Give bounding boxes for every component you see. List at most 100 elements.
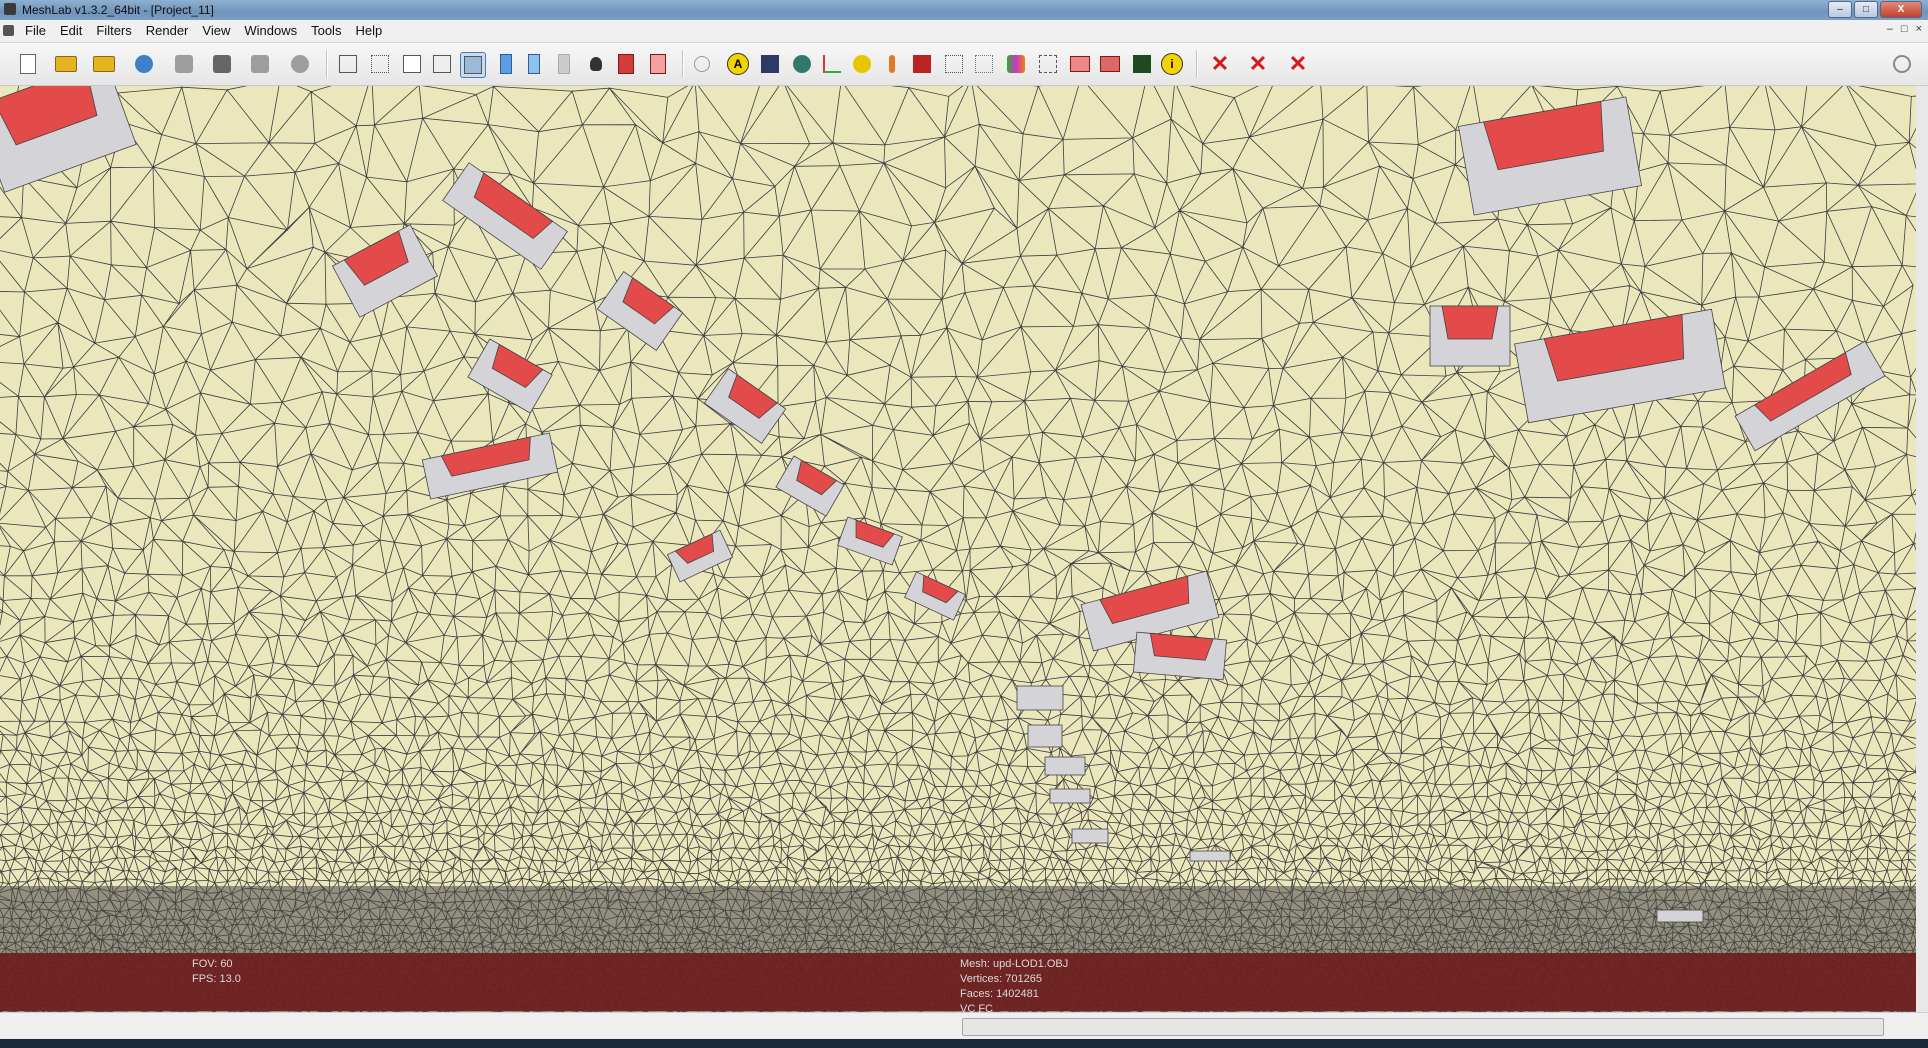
building <box>1429 305 1511 367</box>
select-region-button[interactable] <box>1036 52 1060 76</box>
cloud-icon <box>975 55 993 73</box>
flat-lines-button[interactable] <box>460 52 486 78</box>
delete-faces-vertices-button[interactable]: ✕ <box>1286 52 1310 76</box>
building <box>1016 685 1064 711</box>
menu-view[interactable]: View <box>195 23 237 38</box>
select-points-button[interactable] <box>942 52 966 76</box>
info-button[interactable]: i <box>1160 52 1184 76</box>
red-cube-icon <box>618 54 634 74</box>
raster-layers-button[interactable] <box>288 52 312 76</box>
culling-icon <box>650 54 666 74</box>
minimize-button[interactable]: – <box>1828 1 1852 18</box>
info-overlay: FOV: 60 FPS: 13.0 Mesh: upd-LOD1.OBJ Ver… <box>0 953 1916 1015</box>
doc-minimize-button[interactable]: – <box>1887 23 1893 35</box>
building-wall <box>1049 788 1091 804</box>
sphere-icon <box>694 56 710 72</box>
menu-tools[interactable]: Tools <box>304 23 348 38</box>
toolbar: A i ✕ ✕ ✕ <box>0 43 1928 86</box>
flat-button[interactable] <box>494 52 518 76</box>
building-wall <box>1071 828 1109 844</box>
attributes-button[interactable]: A <box>726 52 750 76</box>
select-connected-button[interactable] <box>1098 52 1122 76</box>
select-faces-button[interactable] <box>1068 52 1092 76</box>
open-project-button[interactable] <box>54 52 78 76</box>
double-side-lighting-button[interactable] <box>614 52 638 76</box>
status-bar <box>0 1012 1928 1039</box>
face-count: Faces: 1402481 <box>960 988 1039 1000</box>
bbox-icon <box>339 55 357 73</box>
bounding-box-button[interactable] <box>336 52 360 76</box>
menu-render[interactable]: Render <box>139 23 196 38</box>
building-wall <box>1044 756 1086 776</box>
vertex-count: Vertices: 701265 <box>960 973 1042 985</box>
paint-tool-button[interactable] <box>790 52 814 76</box>
raster-align-button[interactable] <box>1130 52 1154 76</box>
delete-selected-faces-button[interactable]: ✕ <box>1246 52 1270 76</box>
lighting-button[interactable] <box>584 52 608 76</box>
pickpoints-button[interactable] <box>880 52 904 76</box>
maximize-button[interactable]: □ <box>1854 1 1878 18</box>
back-face-culling-button[interactable] <box>646 52 670 76</box>
export-icon <box>175 55 193 73</box>
open-folder-icon <box>55 56 77 72</box>
building <box>1071 828 1109 844</box>
export-mesh-button[interactable] <box>172 52 196 76</box>
info-icon: i <box>1161 53 1183 75</box>
new-project-button[interactable] <box>16 52 40 76</box>
building <box>1027 724 1063 748</box>
faces-icon <box>1070 56 1090 72</box>
window-title: MeshLab v1.3.2_64bit - [Project_11] <box>22 3 214 17</box>
building-wall <box>1027 724 1063 748</box>
toolbar-separator <box>326 50 328 78</box>
texture-button[interactable] <box>552 52 576 76</box>
delete-all-icon: ✕ <box>1288 51 1308 76</box>
layers-button[interactable] <box>248 52 272 76</box>
hidden-lines-button[interactable] <box>430 52 454 76</box>
align-tool-button[interactable] <box>850 52 874 76</box>
p-tool-button[interactable] <box>910 52 934 76</box>
doc-close-button[interactable]: × <box>1916 23 1922 35</box>
delete-vertices-icon: ✕ <box>1210 51 1230 76</box>
flat-lines-icon <box>464 56 482 74</box>
fov-readout: FOV: 60 <box>192 958 233 970</box>
document-icon[interactable] <box>3 25 14 36</box>
building-wall <box>1189 850 1231 862</box>
smooth-button[interactable] <box>522 52 546 76</box>
window-controls: – □ X <box>1828 1 1922 18</box>
reload-button[interactable] <box>132 52 156 76</box>
measure-tool-button[interactable] <box>820 52 844 76</box>
menu-edit[interactable]: Edit <box>53 23 89 38</box>
building-wall <box>1656 909 1704 923</box>
3d-viewport[interactable] <box>0 86 1916 1012</box>
progress-bar <box>962 1018 1884 1036</box>
menu-filters[interactable]: Filters <box>89 23 138 38</box>
building-roof <box>1441 305 1499 340</box>
points-icon <box>371 55 389 73</box>
viewport-scrollbar[interactable] <box>1916 86 1928 1012</box>
meshlab-app-icon[interactable] <box>4 3 16 15</box>
points-render-button[interactable] <box>368 52 392 76</box>
select-vertices-button[interactable] <box>758 52 782 76</box>
wireframe-button[interactable] <box>400 52 424 76</box>
import-mesh-button[interactable] <box>92 52 116 76</box>
doc-restore-button[interactable]: □ <box>1901 23 1908 35</box>
rainbow-icon <box>1007 55 1025 73</box>
smooth-icon <box>528 54 540 74</box>
menu-bar: File Edit Filters Render View Windows To… <box>0 20 1928 43</box>
point-cloud-button[interactable] <box>972 52 996 76</box>
menu-windows[interactable]: Windows <box>237 23 304 38</box>
toolbar-separator <box>682 50 684 78</box>
color-tool-button[interactable] <box>1004 52 1028 76</box>
paint-icon <box>793 55 811 73</box>
menu-help[interactable]: Help <box>348 23 389 38</box>
axes-icon <box>823 55 841 73</box>
close-button[interactable]: X <box>1880 1 1922 18</box>
manipulator-button[interactable] <box>690 52 714 76</box>
fps-readout: FPS: 13.0 <box>192 973 241 985</box>
mesh-render[interactable] <box>0 86 1916 1012</box>
menu-file[interactable]: File <box>18 23 53 38</box>
search-button[interactable] <box>1890 52 1914 76</box>
snapshot-button[interactable] <box>210 52 234 76</box>
texture-icon <box>558 54 570 74</box>
delete-selected-vertices-button[interactable]: ✕ <box>1208 52 1232 76</box>
